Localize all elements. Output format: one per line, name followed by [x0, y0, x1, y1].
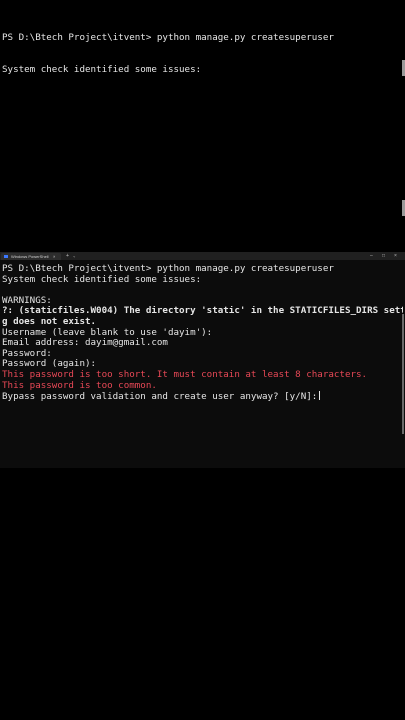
tab-label: Windows PowerShell [11, 254, 49, 259]
chevron-down-icon[interactable]: ⌄ [73, 252, 75, 260]
password-again-prompt: Password (again): [2, 359, 97, 370]
terminal-window: Windows PowerShell × + ⌄ – □ × PS D:\Bte… [0, 252, 405, 468]
close-button[interactable]: × [394, 252, 397, 260]
warning-line-continued: g does not exist. [2, 316, 97, 327]
minimize-button[interactable]: – [370, 252, 373, 260]
text-cursor [319, 391, 321, 401]
upper-system-check-line: System check identified some issues: [2, 64, 202, 75]
warning-line: ?: (staticfiles.W004) The directory 'sta… [2, 306, 403, 317]
tab-close-icon[interactable]: × [53, 253, 55, 260]
warnings-heading: WARNINGS: [2, 295, 52, 306]
bypass-prompt: Bypass password validation and create us… [2, 391, 318, 403]
title-bar: Windows PowerShell × + ⌄ – □ × [0, 252, 405, 260]
scrollbar[interactable] [402, 314, 404, 434]
prompt-line: PS D:\Btech Project\itvent> python manag… [2, 264, 334, 274]
system-check-line: System check identified some issues: [2, 274, 202, 285]
username-prompt: Username (leave blank to use 'dayim'): [2, 327, 213, 338]
console-output[interactable]: PS D:\Btech Project\itvent> python manag… [2, 264, 403, 403]
error-password-common: This password is too common. [2, 380, 157, 391]
email-prompt: Email address: dayim@gmail.com [2, 338, 168, 349]
error-password-short: This password is too short. It must cont… [2, 369, 368, 380]
maximize-button[interactable]: □ [382, 252, 385, 260]
powershell-icon [4, 255, 8, 258]
password-prompt: Password: [2, 348, 52, 359]
upper-terminal-text: PS D:\Btech Project\itvent> python manag… [2, 12, 403, 86]
bypass-prompt-line[interactable]: Bypass password validation and create us… [2, 391, 403, 403]
tab-windows-powershell[interactable]: Windows PowerShell × [1, 253, 61, 260]
new-tab-button[interactable]: + [66, 252, 69, 260]
upper-prompt-line: PS D:\Btech Project\itvent> python manag… [2, 33, 334, 44]
